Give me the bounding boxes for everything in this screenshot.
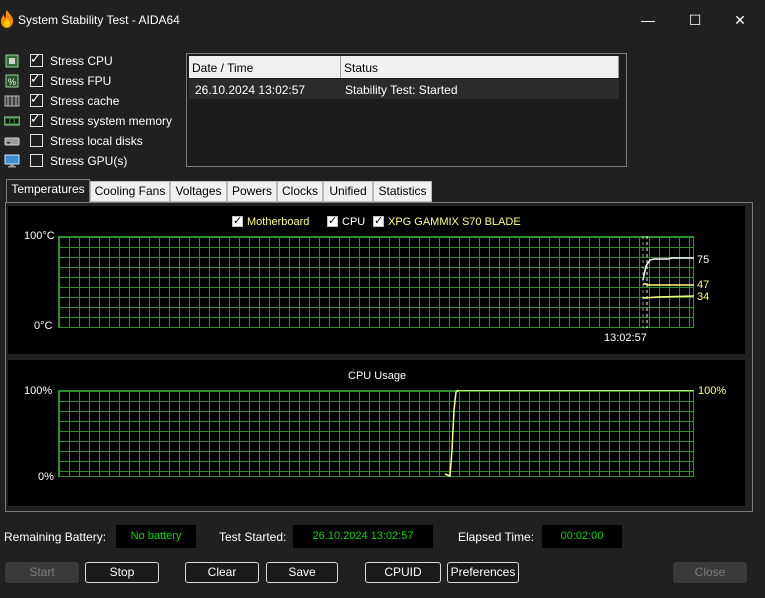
stress-cpu-label: Stress CPU <box>50 54 113 68</box>
aida64-flame-icon <box>1 10 13 28</box>
stress-memory-checkbox[interactable]: ✓ <box>30 111 43 127</box>
maximize-button[interactable]: ☐ <box>683 8 707 32</box>
stress-fpu-label: Stress FPU <box>50 74 112 88</box>
stress-gpu-label: Stress GPU(s) <box>50 154 128 168</box>
log-table[interactable]: Date / Time Status 26.10.2024 13:02:57 S… <box>186 53 627 167</box>
cpu-usage-graph: CPU Usage 100% 0% 100% <box>8 360 745 506</box>
cpu-chip-icon <box>5 54 19 68</box>
legend-motherboard-checkbox[interactable]: ✓ <box>232 215 243 227</box>
stress-fpu-option[interactable]: % ✓ Stress FPU <box>4 71 184 91</box>
stress-disks-label: Stress local disks <box>50 134 143 148</box>
disk-icon <box>4 137 20 146</box>
temp-y-max-label: 100°C <box>24 230 55 242</box>
time-axis-label: 13:02:57 <box>604 332 647 344</box>
close-window-button[interactable]: ✕ <box>728 8 752 32</box>
tab-powers[interactable]: Powers <box>227 181 277 202</box>
cpu-temp-line <box>642 257 694 281</box>
tab-statistics[interactable]: Statistics <box>373 181 432 202</box>
fpu-icon: % <box>5 74 19 88</box>
stress-fpu-checkbox[interactable]: ✓ <box>30 71 43 87</box>
stress-cache-option[interactable]: ✓ Stress cache <box>4 91 184 111</box>
minimize-button[interactable]: — <box>636 8 660 32</box>
stress-gpu-checkbox[interactable] <box>30 154 43 167</box>
stress-memory-option[interactable]: ✓ Stress system memory <box>4 111 184 131</box>
column-header-status[interactable]: Status <box>344 61 378 75</box>
graph-legend: ✓ Motherboard ✓ CPU ✓ XPG GAMMIX S70 BLA… <box>232 215 532 230</box>
motherboard-temp-line <box>643 283 694 286</box>
clear-button[interactable]: Clear <box>185 562 259 583</box>
stress-cpu-option[interactable]: ✓ Stress CPU <box>4 51 184 71</box>
ssd-temp-value: 34 <box>697 291 710 303</box>
cpu-temp-value: 75 <box>697 254 710 266</box>
test-started-value: 26.10.2024 13:02:57 <box>293 525 433 548</box>
stress-cache-label: Stress cache <box>50 94 120 108</box>
motherboard-temp-value: 47 <box>697 279 710 291</box>
table-row[interactable]: 26.10.2024 13:02:57 Stability Test: Star… <box>189 79 619 99</box>
monitor-icon <box>4 154 20 168</box>
legend-motherboard-label[interactable]: Motherboard <box>247 216 309 228</box>
column-divider[interactable] <box>618 56 619 78</box>
cpu-usage-value: 100% <box>698 385 727 397</box>
temperature-plot-overlay <box>642 236 694 328</box>
legend-ssd-label[interactable]: XPG GAMMIX S70 BLADE <box>388 216 521 228</box>
cache-icon <box>4 95 20 107</box>
stress-disks-checkbox[interactable] <box>30 134 43 147</box>
column-header-datetime[interactable]: Date / Time <box>192 61 253 75</box>
elapsed-time-label: Elapsed Time: <box>458 530 535 544</box>
close-button[interactable]: Close <box>673 562 747 583</box>
row-datetime: 26.10.2024 13:02:57 <box>195 83 306 97</box>
log-table-header: Date / Time Status <box>189 56 619 78</box>
stop-button[interactable]: Stop <box>85 562 159 583</box>
svg-text:%: % <box>8 77 16 87</box>
window-title: System Stability Test - AIDA64 <box>18 13 180 27</box>
tab-voltages[interactable]: Voltages <box>170 181 227 202</box>
cpu-y-max-label: 100% <box>24 385 53 397</box>
legend-cpu-label[interactable]: CPU <box>342 216 365 228</box>
cpu-usage-plot-overlay <box>444 390 694 477</box>
stress-cache-checkbox[interactable]: ✓ <box>30 91 43 107</box>
stress-memory-label: Stress system memory <box>50 114 173 128</box>
preferences-button[interactable]: Preferences <box>447 562 519 583</box>
start-button[interactable]: Start <box>5 562 79 583</box>
ssd-temp-line <box>642 295 694 299</box>
column-divider[interactable] <box>340 56 341 78</box>
test-started-label: Test Started: <box>219 530 287 544</box>
cpuid-button[interactable]: CPUID <box>365 562 441 583</box>
tab-clocks[interactable]: Clocks <box>277 181 323 202</box>
battery-value: No battery <box>116 525 196 548</box>
save-button[interactable]: Save <box>266 562 338 583</box>
row-status: Stability Test: Started <box>345 83 458 97</box>
tab-unified[interactable]: Unified <box>323 181 373 202</box>
tab-temperatures[interactable]: Temperatures <box>6 179 90 203</box>
tab-cooling-fans[interactable]: Cooling Fans <box>90 181 170 202</box>
cpu-usage-line <box>444 390 694 477</box>
cpu-y-min-label: 0% <box>38 471 54 483</box>
legend-cpu-checkbox[interactable]: ✓ <box>327 215 338 227</box>
legend-ssd-checkbox[interactable]: ✓ <box>373 215 384 227</box>
stress-disks-option[interactable]: Stress local disks <box>4 133 184 151</box>
cpu-usage-title: CPU Usage <box>348 370 407 382</box>
battery-label: Remaining Battery: <box>4 530 107 544</box>
stress-cpu-checkbox[interactable]: ✓ <box>30 51 43 67</box>
temp-y-min-label: 0°C <box>34 320 53 332</box>
stress-gpu-option[interactable]: Stress GPU(s) <box>4 153 184 171</box>
memory-icon <box>4 116 20 126</box>
temperature-graph: ✓ Motherboard ✓ CPU ✓ XPG GAMMIX S70 BLA… <box>8 206 745 354</box>
elapsed-time-value: 00:02:00 <box>542 525 622 548</box>
